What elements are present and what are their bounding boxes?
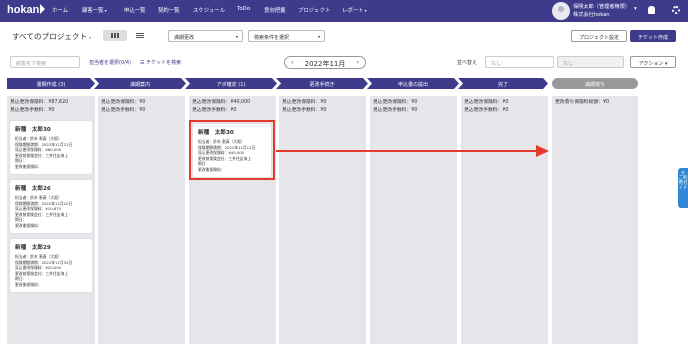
sort-field-select[interactable]: なし — [485, 56, 554, 68]
nav-customers[interactable]: 顧客一覧▾ — [82, 6, 107, 14]
next-month-button[interactable]: › — [357, 59, 359, 66]
nav-schedule[interactable]: スケジュール — [193, 6, 225, 14]
ticket-card[interactable]: 新種 太郎29 担当者：鈴木 恵真（大阪） 保険期間満期：2022年11月30日見… — [10, 239, 92, 292]
board-view-button[interactable] — [103, 30, 127, 41]
gear-icon[interactable] — [672, 6, 680, 14]
nav-report[interactable]: レポート▾ — [342, 6, 367, 14]
kanban-column: 見込更改保険料：¥0 見込更改手数料：¥0 — [98, 96, 185, 344]
top-navbar: hokan ホーム 顧客一覧▾ 申込一覧 契約一覧 スケジュール ToDo 意向… — [0, 0, 688, 22]
column-summary: 見込更改保険料：¥87,620 見込更改手数料：¥0 — [10, 100, 69, 113]
kanban-column: 見込更改保険料：¥0 見込更改手数料：¥0 — [461, 96, 548, 344]
stage-submission[interactable]: 申込書の提出 — [367, 78, 459, 89]
chevron-down-icon: ▾ — [89, 35, 92, 40]
chevron-down-icon: ▾ — [235, 34, 238, 39]
column-summary: 見込更改保険料：¥0 見込更改手数料：¥0 — [464, 100, 509, 113]
customer-search-input[interactable]: 顧客名で検索 — [10, 56, 80, 68]
board-icon — [111, 33, 119, 38]
sort-label: 並べ替え — [457, 60, 478, 66]
stage-lost[interactable]: 満期落ち — [552, 78, 638, 89]
chevron-down-icon: ▾ — [317, 34, 320, 39]
kanban-column: 見込更改保険料：¥0 見込更改手数料：¥0 — [279, 96, 366, 344]
column-summary: 更改落ち保険料総額：¥0 — [555, 100, 610, 105]
month-label: 2022年11月 — [304, 60, 346, 68]
page-title[interactable]: すべてのプロジェクト ▾ — [12, 31, 91, 42]
stage-appointment[interactable]: アポ確定 (1) — [185, 78, 277, 89]
ticket-card[interactable]: 新種 太郎30 担当者：鈴木 恵真（大阪） 保険期間満期：2022年11月12日見… — [10, 121, 92, 174]
kanban-column: 見込更改保険料：¥87,620 見込更改手数料：¥0 新種 太郎30 担当者：鈴木… — [7, 96, 95, 344]
column-summary: 見込更改保険料：¥40,000 見込更改手数料：¥0 — [192, 100, 251, 113]
avatar[interactable] — [552, 2, 570, 20]
chevron-down-icon: ▾ — [104, 8, 107, 13]
project-settings-button[interactable]: プロジェクト設定 — [571, 30, 627, 42]
chevron-down-icon: ▾ — [364, 8, 367, 13]
create-ticket-button[interactable]: チケット作成 — [630, 30, 676, 42]
prev-month-button[interactable]: ‹ — [291, 59, 293, 66]
arrow-head-icon — [536, 145, 549, 157]
nav-contracts[interactable]: 契約一覧 — [158, 6, 180, 14]
nav-todo[interactable]: ToDo — [237, 6, 250, 12]
ticket-card[interactable]: 新種 太郎26 担当者：鈴木 恵真（大阪） 保険期間満期：2022年11月20日見… — [10, 180, 92, 233]
column-summary: 見込更改保険料：¥0 見込更改手数料：¥0 — [282, 100, 327, 113]
chevron-down-icon[interactable]: ▾ — [634, 6, 637, 12]
month-picker: ‹ 2022年11月 › — [284, 56, 366, 69]
list-icon — [136, 33, 144, 38]
user-menu[interactable]: 保険太郎（管理者権限） 株式会社hokan — [573, 3, 630, 19]
nav-applications[interactable]: 申込一覧 — [124, 6, 146, 14]
assignee-select[interactable]: 担当者を選択(0/4) — [89, 59, 131, 66]
sort-order-select[interactable]: なし — [557, 56, 624, 68]
action-button[interactable]: アクション ▾ — [630, 56, 676, 68]
kanban-column: 見込更改保険料：¥0 見込更改手数料：¥0 — [370, 96, 457, 344]
stage-document[interactable]: 書類作成 (3) — [7, 78, 95, 89]
highlight-box — [189, 120, 275, 180]
stage-renewal[interactable]: 更改手続き — [276, 78, 368, 89]
sort-select[interactable]: 満期更改 ▾ — [168, 30, 243, 42]
nav-intent[interactable]: 意向把握 — [264, 6, 286, 14]
stage-complete[interactable]: 完了 — [458, 78, 548, 89]
nav-home[interactable]: ホーム — [52, 6, 68, 14]
stage-notice[interactable]: 満期案内 — [94, 78, 186, 89]
annotation-arrow — [276, 150, 538, 152]
ticket-search-link[interactable]: ☰ チケットを検索 — [140, 59, 181, 66]
column-summary: 見込更改保険料：¥0 見込更改手数料：¥0 — [101, 100, 146, 113]
nav-project[interactable]: プロジェクト — [298, 6, 330, 14]
user-guide-tab[interactable]: ≡ ご利用ガイド — [678, 168, 688, 208]
list-view-button[interactable] — [133, 30, 147, 41]
filter-select[interactable]: 検索条件を選択 ▾ — [248, 30, 325, 42]
bell-icon[interactable] — [648, 6, 655, 14]
hokan-logo[interactable]: hokan — [7, 4, 46, 16]
kanban-column: 更改落ち保険料総額：¥0 — [552, 96, 638, 344]
column-summary: 見込更改保険料：¥0 見込更改手数料：¥0 — [373, 100, 418, 113]
